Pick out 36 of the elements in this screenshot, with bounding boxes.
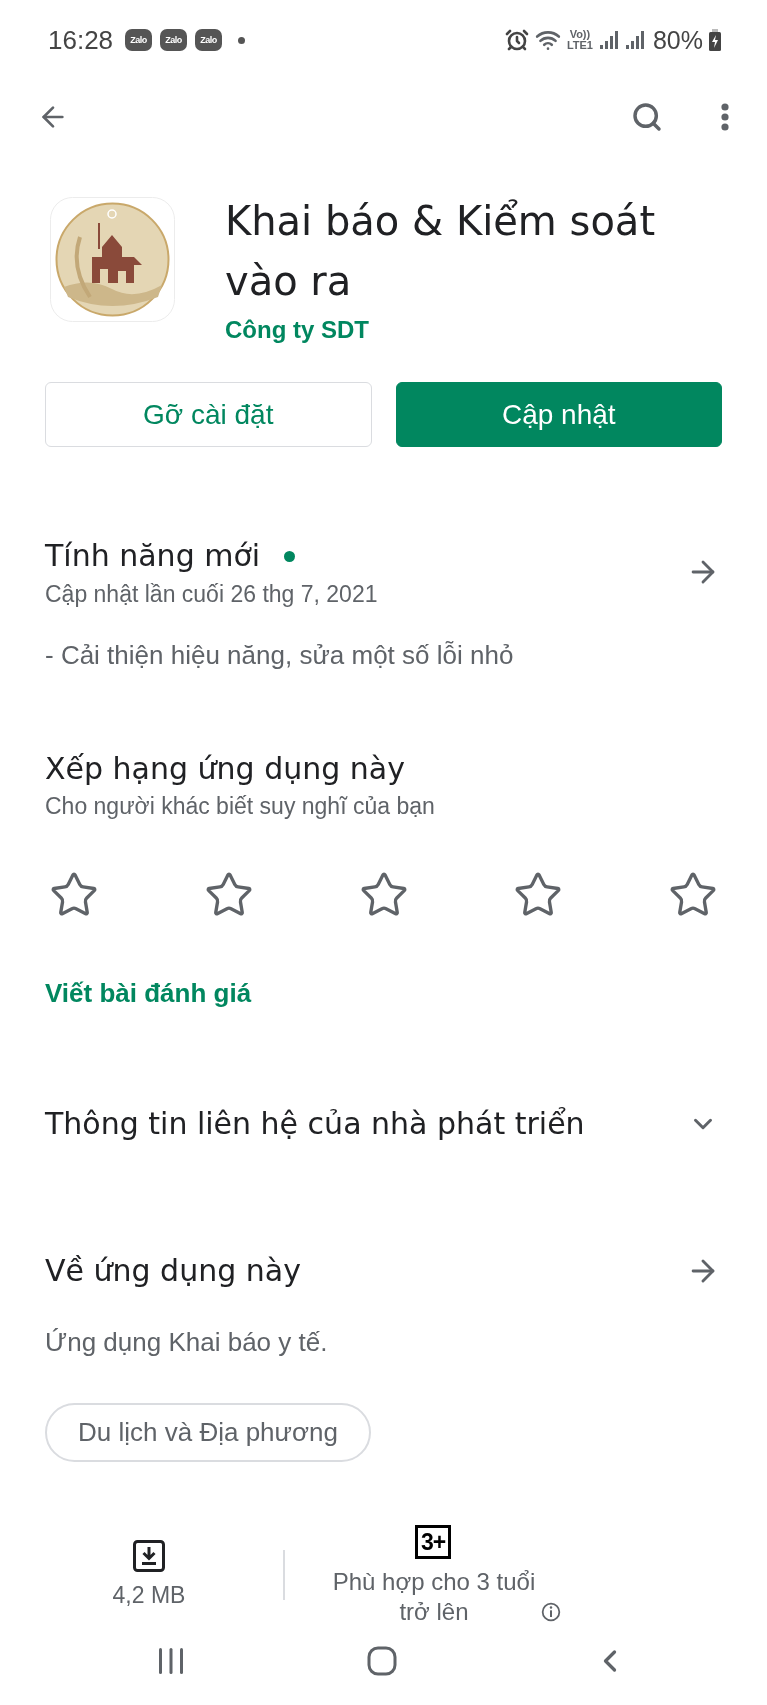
app-description: Ứng dụng Khai báo y tế. (45, 1326, 328, 1358)
age-rating-badge: 3+ (415, 1525, 451, 1559)
update-button[interactable]: Cập nhật (395, 382, 722, 447)
section-title: Tính năng mới (45, 537, 261, 575)
section-title: Thông tin liên hệ của nhà phát triển (45, 1105, 585, 1143)
uninstall-button[interactable]: Gỡ cài đặt (45, 382, 372, 447)
signal-icon (624, 30, 645, 50)
alarm-icon (504, 28, 529, 52)
home-icon (367, 1646, 397, 1676)
search-icon (631, 101, 663, 133)
section-title: Xếp hạng ứng dụng này (45, 750, 405, 788)
release-notes: - Cải thiện hiệu năng, sửa một số lỗi nhỏ (45, 639, 514, 671)
notification-badge: Zalo (195, 29, 223, 51)
section-title: Về ứng dụng này (45, 1252, 301, 1290)
download-icon (133, 1540, 165, 1572)
more-notifications-dot-icon (238, 36, 246, 44)
category-chip[interactable]: Du lịch và Địa phương (45, 1403, 371, 1462)
info-icon[interactable] (541, 1602, 561, 1622)
signal-icon (598, 30, 619, 50)
write-review-link[interactable]: Viết bài đánh giá (45, 977, 252, 1009)
notification-badge: Zalo (125, 29, 153, 51)
app-logo-icon (50, 197, 175, 322)
app-title: Khai báo & Kiểm soát vào ra (225, 197, 657, 306)
last-updated-date: Cập nhật lần cuối 26 thg 7, 2021 (45, 580, 378, 608)
notification-badge: Zalo (160, 29, 188, 51)
battery-percent: 80% (652, 27, 703, 53)
status-time: 16:28 (48, 27, 114, 53)
age-rating-label: Phù hợp cho 3 tuổi trở lên (331, 1567, 537, 1627)
section-subtitle: Cho người khác biết suy nghĩ của bạn (45, 792, 435, 820)
developer-link[interactable]: Công ty SDT (225, 314, 369, 346)
more-vertical-icon (721, 103, 729, 131)
download-size: 4,2 MB (112, 1581, 186, 1610)
battery-charging-icon (709, 29, 721, 51)
recent-apps-icon (158, 1647, 184, 1675)
network-label: Vo)) (569, 29, 591, 40)
network-label: LTE1 (566, 40, 593, 51)
